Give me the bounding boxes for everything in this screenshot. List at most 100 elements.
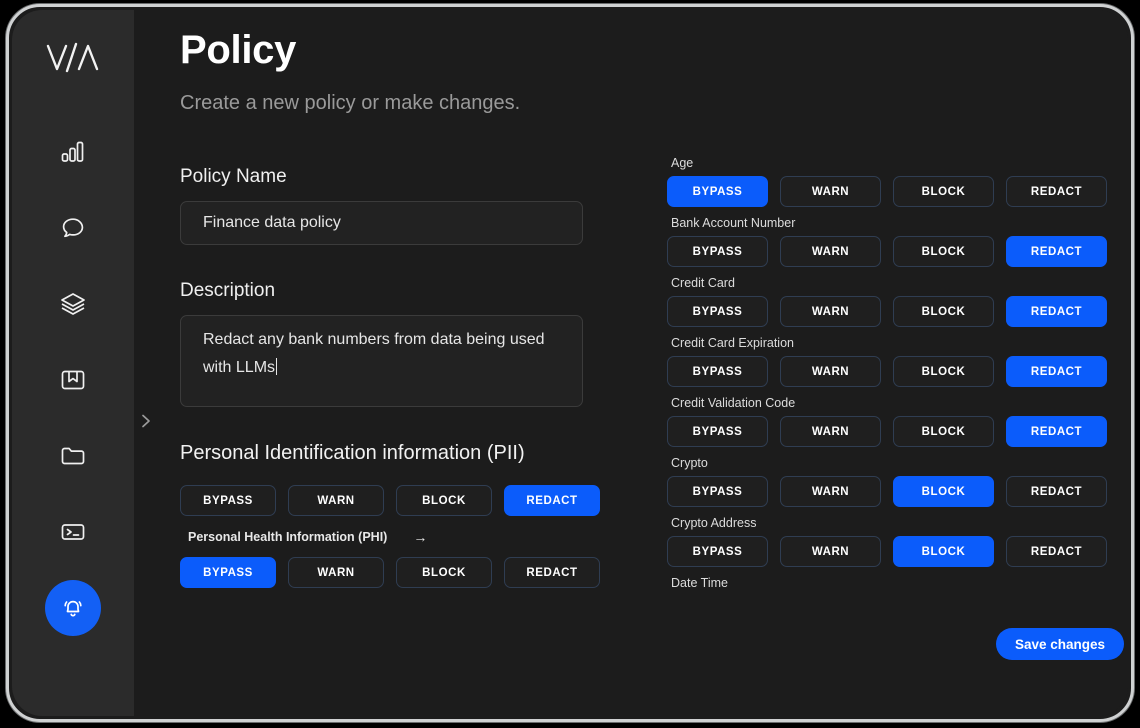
category-label: Bank Account Number	[671, 216, 796, 230]
category-redact-button[interactable]: REDACT	[1006, 296, 1107, 327]
description-value: Redact any bank numbers from data being …	[203, 331, 545, 376]
category-action-row: BYPASS WARN BLOCK REDACT	[667, 536, 1127, 567]
brand-logo[interactable]	[39, 32, 107, 84]
category-bypass-button[interactable]: BYPASS	[667, 236, 768, 267]
bell-icon	[64, 600, 82, 617]
phi-label-text: Personal Health Information (PHI)	[188, 530, 388, 544]
category-warn-button[interactable]: WARN	[780, 536, 881, 567]
phi-warn-button[interactable]: WARN	[288, 557, 384, 588]
category-group: Credit Card BYPASS WARN BLOCK REDACT	[667, 276, 1127, 327]
category-redact-button[interactable]: REDACT	[1006, 236, 1107, 267]
category-group: Crypto Address BYPASS WARN BLOCK REDACT	[667, 516, 1127, 567]
category-group: Date Time	[667, 576, 1127, 590]
pii-redact-button[interactable]: REDACT	[504, 485, 600, 516]
policy-form: Policy Name Finance data policy Descript…	[180, 166, 600, 588]
category-block-button[interactable]: BLOCK	[893, 416, 994, 447]
category-group: Crypto BYPASS WARN BLOCK REDACT	[667, 456, 1127, 507]
category-block-button[interactable]: BLOCK	[893, 476, 994, 507]
category-warn-button[interactable]: WARN	[780, 356, 881, 387]
category-bypass-button[interactable]: BYPASS	[667, 176, 768, 207]
book-icon	[61, 370, 85, 390]
category-label: Crypto	[671, 456, 708, 470]
category-action-row: BYPASS WARN BLOCK REDACT	[667, 416, 1127, 447]
pii-heading: Personal Identification information (PII…	[180, 442, 525, 464]
sidebar-item-chat[interactable]	[45, 200, 101, 256]
sidebar-item-files[interactable]	[45, 428, 101, 484]
pii-action-row: BYPASS WARN BLOCK REDACT	[180, 485, 600, 516]
category-bypass-button[interactable]: BYPASS	[667, 476, 768, 507]
category-bypass-button[interactable]: BYPASS	[667, 296, 768, 327]
device-screen: Policy Create a new policy or make chang…	[12, 10, 1128, 716]
category-action-row: BYPASS WARN BLOCK REDACT	[667, 296, 1127, 327]
category-redact-button[interactable]: REDACT	[1006, 416, 1107, 447]
phi-bypass-button[interactable]: BYPASS	[180, 557, 276, 588]
device-frame: Policy Create a new policy or make chang…	[6, 4, 1134, 722]
category-group: Credit Card Expiration BYPASS WARN BLOCK RED…	[667, 336, 1127, 387]
sidebar-item-bookmarks[interactable]	[45, 352, 101, 408]
sidebar-item-layers[interactable]	[45, 276, 101, 332]
category-label: Date Time	[671, 576, 728, 590]
sidebar-expand-button[interactable]	[133, 408, 159, 434]
sidebar	[12, 10, 150, 716]
category-action-row: BYPASS WARN BLOCK REDACT	[667, 476, 1127, 507]
policy-name-value: Finance data policy	[203, 214, 341, 231]
chat-bubble-icon	[62, 218, 84, 238]
sidebar-item-notifications[interactable]	[45, 580, 101, 636]
main-content: Policy Create a new policy or make chang…	[134, 10, 1128, 716]
category-action-row: BYPASS WARN BLOCK REDACT	[667, 236, 1127, 267]
category-block-button[interactable]: BLOCK	[893, 356, 994, 387]
save-changes-button[interactable]: Save changes	[996, 628, 1125, 660]
description-input[interactable]: Redact any bank numbers from data being …	[180, 315, 583, 407]
category-label: Credit Card Expiration	[671, 336, 794, 350]
category-redact-button[interactable]: REDACT	[1006, 356, 1107, 387]
terminal-icon	[61, 524, 85, 540]
category-warn-button[interactable]: WARN	[780, 176, 881, 207]
category-warn-button[interactable]: WARN	[780, 476, 881, 507]
category-label: Credit Validation Code	[671, 396, 796, 410]
page-title: Policy	[180, 28, 297, 72]
sidebar-item-analytics[interactable]	[45, 124, 101, 180]
policy-name-input[interactable]: Finance data policy	[180, 201, 583, 245]
category-label: Crypto Address	[671, 516, 757, 530]
chevron-right-icon	[142, 414, 150, 428]
category-warn-button[interactable]: WARN	[780, 236, 881, 267]
category-block-button[interactable]: BLOCK	[893, 536, 994, 567]
folder-icon	[61, 447, 85, 465]
phi-action-row: BYPASS WARN BLOCK REDACT	[180, 557, 600, 588]
layers-icon	[61, 293, 85, 315]
category-label: Age	[671, 156, 694, 170]
sidebar-item-terminal[interactable]	[45, 504, 101, 560]
pii-warn-button[interactable]: WARN	[288, 485, 384, 516]
category-block-button[interactable]: BLOCK	[893, 236, 994, 267]
category-redact-button[interactable]: REDACT	[1006, 176, 1107, 207]
pii-block-button[interactable]: BLOCK	[396, 485, 492, 516]
category-bypass-button[interactable]: BYPASS	[667, 536, 768, 567]
category-label: Credit Card	[671, 276, 735, 290]
category-bypass-button[interactable]: BYPASS	[667, 356, 768, 387]
pii-bypass-button[interactable]: BYPASS	[180, 485, 276, 516]
policy-name-label: Policy Name	[180, 166, 287, 187]
phi-redact-button[interactable]: REDACT	[504, 557, 600, 588]
category-warn-button[interactable]: WARN	[780, 416, 881, 447]
bar-chart-icon	[61, 141, 84, 162]
category-bypass-button[interactable]: BYPASS	[667, 416, 768, 447]
text-caret	[276, 358, 278, 375]
category-redact-button[interactable]: REDACT	[1006, 536, 1107, 567]
category-group: Credit Validation Code BYPASS WARN BLOCK RED…	[667, 396, 1127, 447]
category-group: Bank Account Number BYPASS WARN BLOCK REDACT	[667, 216, 1127, 267]
description-label: Description	[180, 280, 276, 301]
logo-mark	[46, 42, 99, 73]
category-warn-button[interactable]: WARN	[780, 296, 881, 327]
category-block-button[interactable]: BLOCK	[893, 176, 994, 207]
arrow-right-icon: →	[413, 529, 428, 545]
category-block-button[interactable]: BLOCK	[893, 296, 994, 327]
page-subtitle: Create a new policy or make changes.	[180, 92, 521, 114]
phi-sub-label[interactable]: Personal Health Information (PHI) →	[188, 529, 600, 545]
entity-category-list: Age BYPASS WARN BLOCK REDACT Bank Account Num…	[667, 156, 1127, 599]
phi-block-button[interactable]: BLOCK	[396, 557, 492, 588]
category-action-row: BYPASS WARN BLOCK REDACT	[667, 176, 1127, 207]
category-action-row: BYPASS WARN BLOCK REDACT	[667, 356, 1127, 387]
category-redact-button[interactable]: REDACT	[1006, 476, 1107, 507]
